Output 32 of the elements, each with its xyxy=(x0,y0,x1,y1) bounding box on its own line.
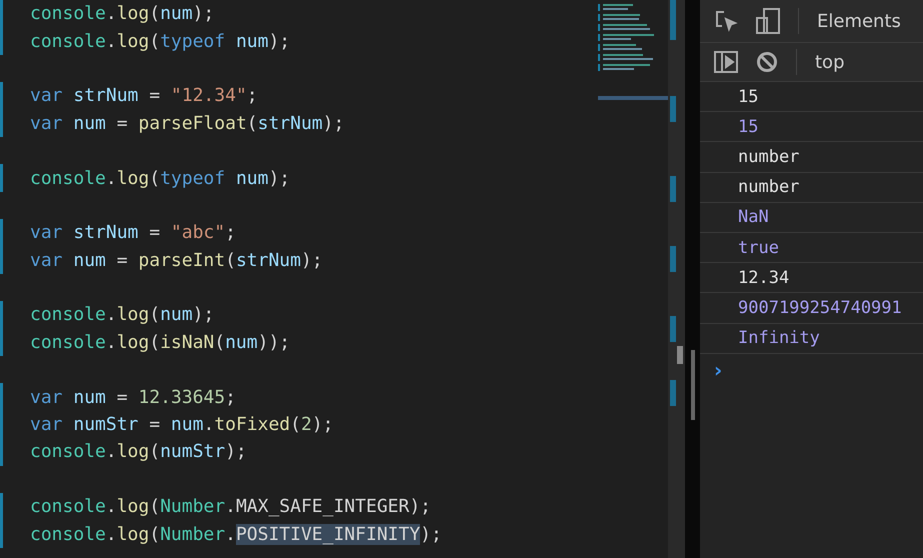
console-message: number xyxy=(700,172,923,203)
code-line: console.log(typeof num); xyxy=(30,30,290,52)
context-selector[interactable]: top xyxy=(815,52,844,72)
console-message: 15 xyxy=(700,82,923,112)
code-line: var num = 12.33645; xyxy=(30,386,236,408)
code-line: console.log(Number.POSITIVE_INFINITY); xyxy=(30,524,442,545)
code-line: console.log(Number.MAX_SAFE_INTEGER); xyxy=(30,496,432,518)
inspect-icon[interactable] xyxy=(714,9,738,33)
console-message: NaN xyxy=(700,202,923,233)
console-message: true xyxy=(700,232,923,264)
code-line: console.log(num); xyxy=(30,3,214,24)
elements-tab[interactable]: Elements xyxy=(817,10,901,32)
resize-handle[interactable] xyxy=(690,350,694,420)
device-icon[interactable] xyxy=(756,8,780,34)
scrollbar[interactable] xyxy=(668,0,685,558)
console-message: 15 xyxy=(700,112,923,142)
code-line: var num = parseFloat(strNum); xyxy=(30,112,344,134)
code-line: var num = parseInt(strNum); xyxy=(30,250,323,271)
code-line: var numStr = num.toFixed(2); xyxy=(30,414,334,436)
code-line: var strNum = "12.34"; xyxy=(30,85,258,106)
code-line: var strNum = "abc"; xyxy=(30,222,236,244)
console-message: 12.34 xyxy=(700,263,923,294)
code-line: console.log(isNaN(num)); xyxy=(30,332,290,353)
code-line: console.log(num); xyxy=(30,304,214,326)
console-message: 9007199254740991 xyxy=(700,293,923,324)
console-message: number xyxy=(700,142,923,173)
sidebar-toggle-icon[interactable] xyxy=(714,51,738,73)
console-message: Infinity xyxy=(700,324,923,354)
clear-console-icon[interactable] xyxy=(756,51,778,73)
code-line: console.log(typeof num); xyxy=(30,168,290,189)
console-prompt[interactable]: › xyxy=(714,358,923,382)
code-line: console.log(numStr); xyxy=(30,441,247,462)
